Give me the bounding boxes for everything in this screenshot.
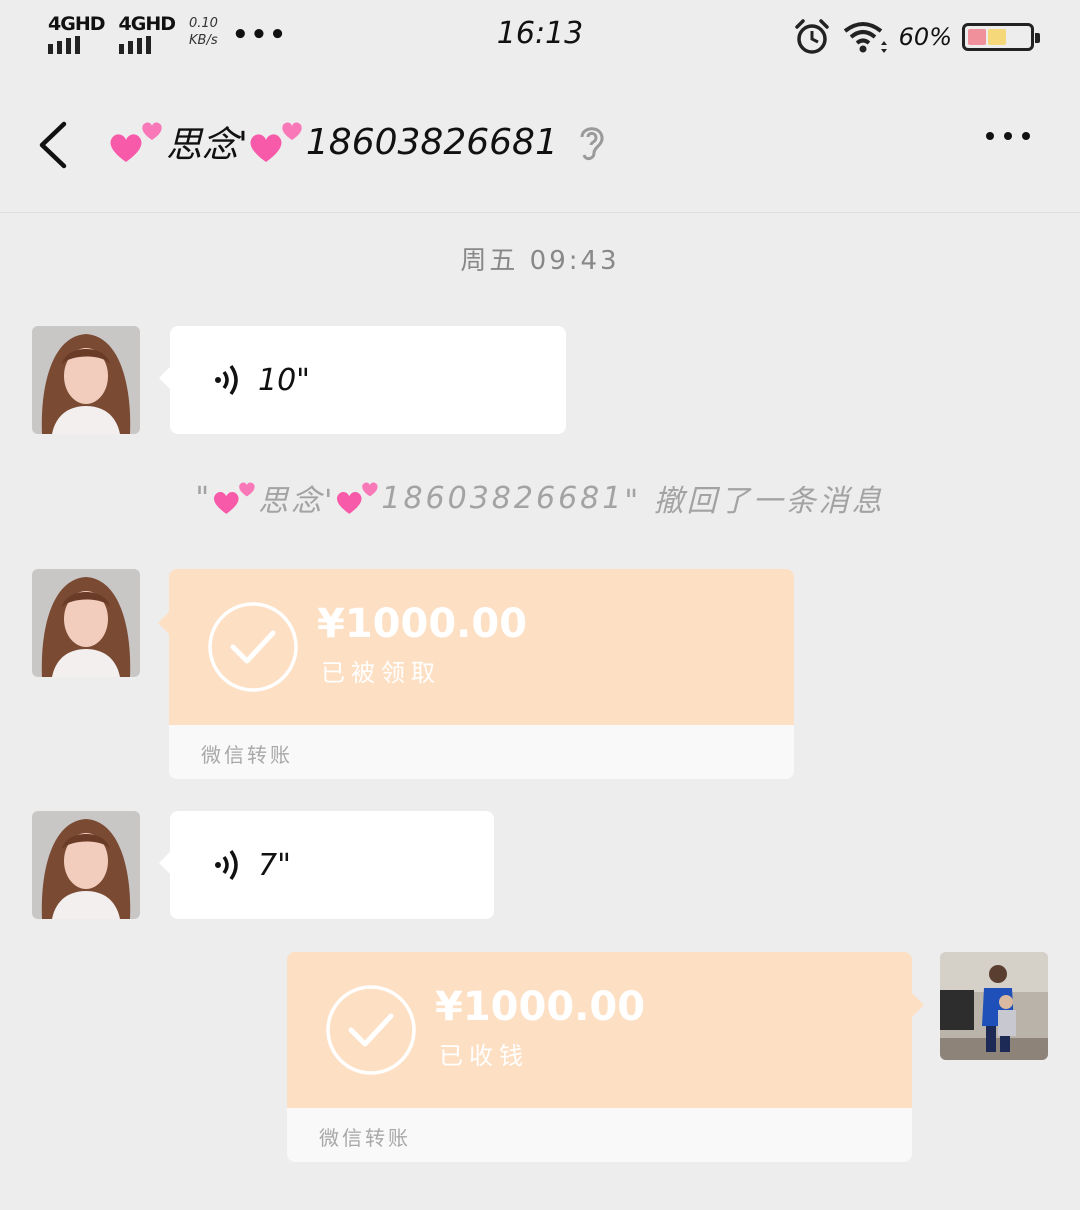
transfer-status: 已收钱	[439, 1042, 529, 1070]
transfer-amount: ¥1000.00	[317, 601, 528, 647]
my-avatar[interactable]	[940, 952, 1048, 1060]
transfer-caption: 微信转账	[201, 743, 293, 767]
voice-playback-icon	[215, 849, 238, 881]
title-name-part1: 思念'	[166, 125, 248, 166]
title-name-part2: 18603826681	[305, 121, 558, 163]
check-circle-icon	[326, 985, 416, 1075]
two-hearts-icon	[337, 482, 378, 514]
voice-duration: 10"	[258, 362, 310, 398]
contact-avatar[interactable]	[32, 326, 140, 434]
recall-notice: " 思念' 18603826681 " 撤回了一条消息	[0, 476, 1080, 520]
voice-message-bubble[interactable]: 7"	[159, 811, 494, 919]
two-hearts-icon	[250, 122, 302, 162]
transfer-status: 已被领取	[321, 659, 441, 687]
battery-icon	[962, 23, 1040, 51]
voice-message-bubble[interactable]: 10"	[159, 326, 566, 434]
transfer-message-bubble[interactable]: ¥1000.00 已被领取 微信转账	[169, 569, 794, 779]
transfer-amount: ¥1000.00	[435, 984, 646, 1030]
message-timestamp: 周五 09:43	[460, 246, 620, 276]
status-bar: 4GHD 4GHD 0.10 KB/s ••• 16:13 60%	[0, 0, 1080, 80]
ear-icon	[580, 127, 604, 161]
two-hearts-icon	[214, 482, 255, 514]
contact-avatar[interactable]	[32, 811, 140, 919]
transfer-caption: 微信转账	[319, 1126, 411, 1150]
contact-avatar[interactable]	[32, 569, 140, 677]
alarm-icon	[794, 19, 829, 54]
two-hearts-icon	[110, 122, 162, 162]
voice-playback-icon	[215, 364, 238, 396]
wifi-icon	[843, 22, 887, 53]
more-options-icon[interactable]	[986, 132, 1030, 140]
check-circle-icon	[208, 602, 298, 692]
battery-percent: 60%	[898, 23, 952, 51]
chat-title: 思念' 18603826681	[108, 116, 608, 168]
back-arrow-icon[interactable]	[34, 120, 74, 170]
voice-duration: 7"	[258, 847, 291, 883]
transfer-message-bubble[interactable]: ¥1000.00 已收钱 微信转账	[287, 952, 912, 1162]
chat-header: 思念' 18603826681	[0, 80, 1080, 213]
